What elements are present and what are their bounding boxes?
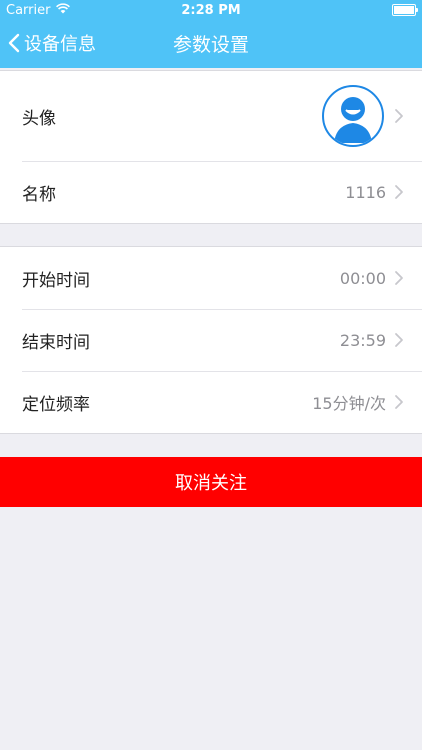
name-row[interactable]: 名称 1116 [0,161,422,223]
user-avatar-icon [334,97,372,143]
status-time: 2:28 PM [181,3,241,18]
page-title: 参数设置 [172,34,249,56]
navigation-bar: 设备信息 参数设置 [0,22,422,66]
status-bar: Carrier 2:28 PM [0,0,422,22]
chevron-right-icon [395,333,403,347]
avatar-label: 头像 [22,108,56,129]
battery-icon [392,4,418,16]
chevron-right-icon [395,109,403,123]
avatar[interactable] [322,85,384,147]
start-time-value: 00:00 [339,268,386,288]
unfollow-button[interactable]: 取消关注 [0,457,422,507]
location-frequency-row[interactable]: 定位频率 15分钟/次 [0,371,422,433]
location-frequency-value: 15分钟/次 [312,394,386,413]
name-label: 名称 [22,184,56,205]
start-time-row[interactable]: 开始时间 00:00 [0,247,422,309]
chevron-right-icon [395,185,403,199]
settings-section: 开始时间 00:00 结束时间 23:59 定位频率 15分钟/次 [0,246,422,434]
end-time-value: 23:59 [339,330,386,350]
end-time-row[interactable]: 结束时间 23:59 [0,309,422,371]
chevron-right-icon [395,395,403,409]
location-frequency-label: 定位频率 [22,394,90,415]
name-value: 1116 [345,182,386,202]
chevron-right-icon [395,271,403,285]
end-time-label: 结束时间 [22,332,90,353]
start-time-label: 开始时间 [22,270,90,291]
profile-section: 头像 名称 1116 [0,70,422,224]
avatar-row[interactable]: 头像 [0,71,422,161]
top-bar: Carrier 2:28 PM 设备信息 参数设置 [0,0,422,68]
